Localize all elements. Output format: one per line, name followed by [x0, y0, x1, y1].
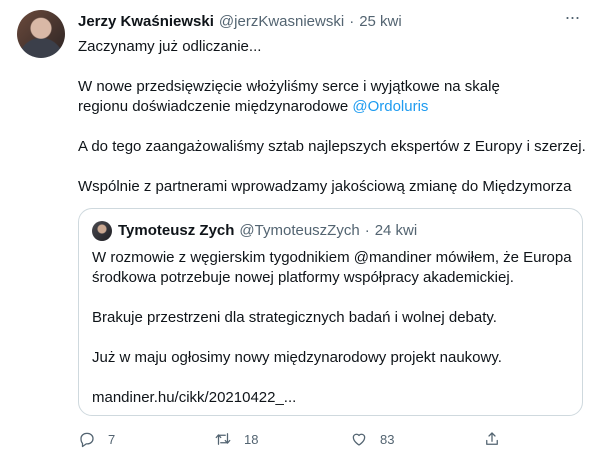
- quoted-line: Już w maju ogłosimy nowy międzynarodowy …: [92, 349, 502, 366]
- more-options-icon[interactable]: ···: [562, 8, 582, 30]
- author-avatar[interactable]: [17, 10, 65, 58]
- reply-count: 7: [108, 431, 116, 447]
- tweet-line: Wspólnie z partnerami wprowadzamy jakośc…: [78, 178, 572, 195]
- quoted-author-avatar: [92, 221, 112, 241]
- tweet[interactable]: Jerzy Kwaśniewski @jerzKwasniewski · 25 …: [0, 0, 593, 456]
- tweet-line-text: regionu doświadczenie międzynarodowe: [78, 98, 353, 115]
- quoted-line: W rozmowie z węgierskim tygodnikiem @man…: [92, 249, 572, 266]
- quoted-header-separator: ·: [364, 221, 370, 239]
- quoted-link: mandiner.hu/cikk/20210422_...: [92, 389, 297, 406]
- quoted-line: środkowa potrzebuje nowej platformy wspó…: [92, 269, 514, 286]
- retweet-count: 18: [244, 431, 259, 447]
- mention-link[interactable]: @Ordoluris: [352, 98, 428, 115]
- quoted-author-handle: @TymoteuszZych: [239, 221, 360, 239]
- author-handle[interactable]: @jerzKwasniewski: [219, 13, 344, 30]
- share-icon: [486, 432, 498, 445]
- like-button[interactable]: 83: [350, 428, 394, 450]
- tweet-timestamp[interactable]: 25 kwi: [359, 13, 402, 30]
- tweet-line: Zaczynamy już odliczanie...: [78, 38, 262, 55]
- tweet-line: A do tego zaangażowaliśmy sztab najlepsz…: [78, 138, 586, 155]
- reply-icon: [80, 432, 94, 448]
- quoted-tweet-header: Tymoteusz Zych @TymoteuszZych · 24 kwi: [118, 220, 417, 240]
- tweet-actions: 7 18 83: [78, 428, 583, 450]
- author-name[interactable]: Jerzy Kwaśniewski: [78, 13, 214, 30]
- like-count: 83: [380, 431, 395, 447]
- retweet-button[interactable]: 18: [214, 428, 258, 450]
- header-separator: ·: [349, 12, 355, 30]
- tweet-line: W nowe przedsięwzięcie włożyliśmy serce …: [78, 78, 500, 95]
- quoted-tweet[interactable]: Tymoteusz Zych @TymoteuszZych · 24 kwi W…: [78, 208, 583, 416]
- reply-button[interactable]: 7: [78, 428, 115, 450]
- retweet-icon: [215, 433, 231, 445]
- quoted-author-name: Tymoteusz Zych: [118, 221, 235, 239]
- quoted-tweet-timestamp: 24 kwi: [374, 221, 418, 239]
- like-icon: [352, 433, 366, 446]
- quoted-line: Brakuje przestrzeni dla strategicznych b…: [92, 309, 497, 326]
- tweet-header: Jerzy Kwaśniewski @jerzKwasniewski · 25 …: [78, 11, 402, 31]
- tweet-line: regionu doświadczenie międzynarodowe @Or…: [78, 97, 578, 117]
- tweet-text: Zaczynamy już odliczanie... W nowe przed…: [78, 37, 586, 197]
- share-button[interactable]: [483, 428, 501, 450]
- quoted-tweet-text: W rozmowie z węgierskim tygodnikiem @man…: [92, 248, 572, 408]
